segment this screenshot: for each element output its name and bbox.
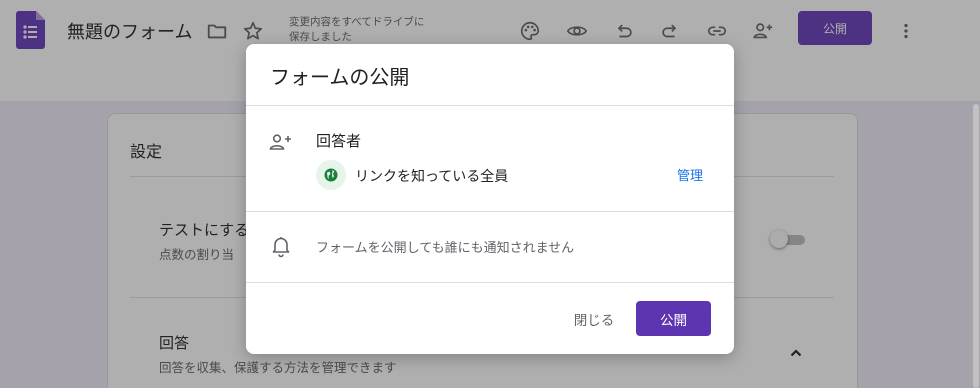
- publish-button[interactable]: 公開: [636, 301, 711, 336]
- dialog-title: フォームの公開: [270, 65, 410, 89]
- close-button[interactable]: 閉じる: [568, 302, 620, 336]
- dialog-divider-middle: [246, 211, 734, 212]
- dialog-divider-top: [246, 105, 734, 106]
- page-scrollbar[interactable]: [973, 104, 979, 388]
- access-scope-label: リンクを知っている全員: [355, 169, 509, 185]
- dialog-divider-bottom: [246, 282, 734, 283]
- manage-link[interactable]: 管理: [677, 165, 703, 184]
- publish-dialog: フォームの公開 回答者 リンクを知っている全員 管理 フォームを公開しても誰にも…: [246, 44, 734, 354]
- globe-icon: [316, 160, 346, 190]
- notification-info-text: フォームを公開しても誰にも通知されません: [316, 241, 575, 256]
- person-add-icon: [269, 132, 293, 154]
- bell-icon: [270, 234, 292, 258]
- responders-label: 回答者: [316, 132, 362, 150]
